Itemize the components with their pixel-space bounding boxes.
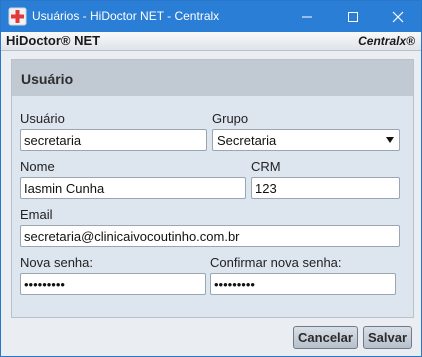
nome-field[interactable] — [20, 177, 246, 199]
nome-label: Nome — [20, 159, 55, 174]
chevron-down-icon — [386, 137, 394, 143]
grupo-label: Grupo — [212, 111, 249, 126]
email-field[interactable] — [20, 225, 400, 247]
usuario-field[interactable] — [20, 129, 207, 151]
maximize-button[interactable] — [330, 1, 376, 32]
crm-label: CRM — [251, 159, 281, 174]
confirmar-senha-field[interactable] — [210, 273, 396, 295]
brand-bar: HiDoctor® NET Centralx® — [1, 32, 421, 51]
vendor-name: Centralx® — [358, 34, 415, 48]
grupo-selected-value: Secretaria — [217, 133, 277, 148]
crm-field[interactable] — [251, 177, 400, 199]
panel-header: Usuário — [12, 60, 413, 96]
product-name: HiDoctor® NET — [6, 33, 101, 48]
confirmar-senha-label: Confirmar nova senha: — [210, 255, 342, 270]
close-icon — [392, 11, 404, 23]
usuario-label: Usuário — [20, 111, 65, 126]
title-bar[interactable]: Usuários - HiDoctor NET - Centralx — [1, 1, 421, 32]
app-icon — [8, 7, 27, 26]
user-panel: Usuário Usuário Grupo Secretaria Nome CR… — [11, 59, 414, 318]
minimize-button[interactable] — [284, 1, 330, 32]
close-button[interactable] — [375, 1, 421, 32]
maximize-icon — [348, 12, 358, 22]
email-label: Email — [20, 207, 53, 222]
grupo-select[interactable]: Secretaria — [212, 129, 400, 151]
panel-title: Usuário — [21, 71, 74, 87]
user-window: Usuários - HiDoctor NET - Centralx HiDoc… — [0, 0, 422, 357]
save-button[interactable]: Salvar — [363, 326, 412, 349]
nova-senha-label: Nova senha: — [20, 255, 93, 270]
nova-senha-field[interactable] — [20, 273, 206, 295]
cancel-button[interactable]: Cancelar — [293, 326, 358, 349]
minimize-icon — [302, 16, 312, 18]
window-title: Usuários - HiDoctor NET - Centralx — [32, 9, 220, 23]
